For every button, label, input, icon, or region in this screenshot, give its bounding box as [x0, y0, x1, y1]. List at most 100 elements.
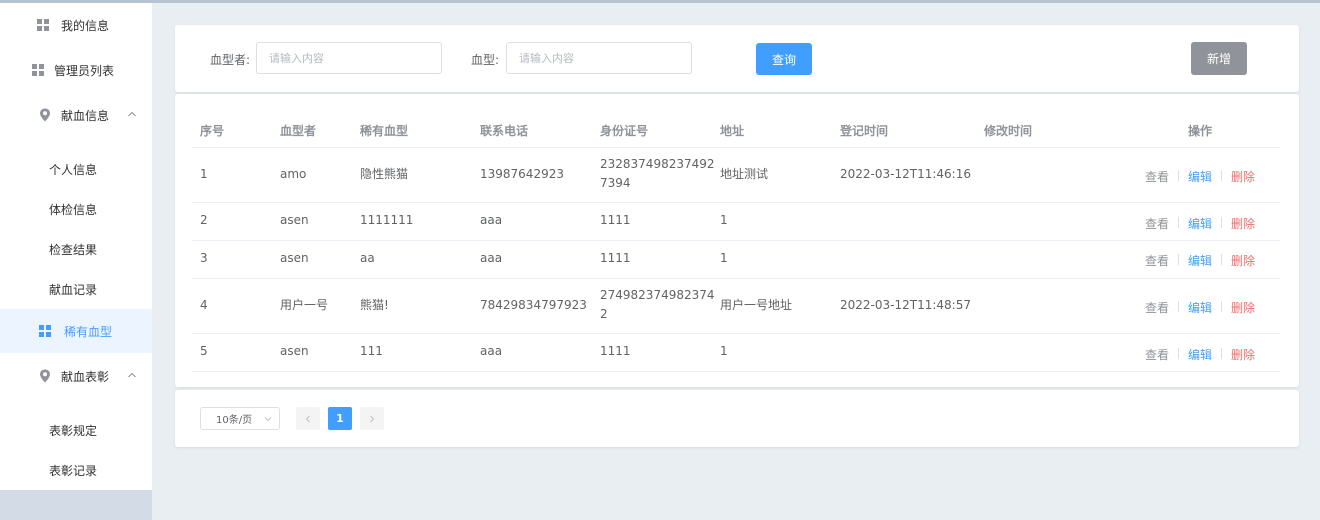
action-separator — [1178, 170, 1179, 181]
cell-bloodtype: 111 — [360, 344, 383, 358]
edit-button[interactable]: 编辑 — [1188, 346, 1212, 363]
cell-address: 1 — [720, 251, 728, 265]
grid-icon — [38, 324, 52, 338]
cell-bloodtype: 熊猫! — [360, 298, 389, 312]
cell-address: 1 — [720, 344, 728, 358]
delete-button[interactable]: 删除 — [1231, 346, 1255, 363]
cell-no: 4 — [200, 298, 208, 312]
column-header-address: 地址 — [720, 124, 745, 138]
action-separator — [1221, 217, 1222, 228]
cell-reg-time: 2022-03-12T11:46:16 — [840, 167, 971, 181]
row-divider — [192, 333, 1280, 334]
column-header-reg-time: 登记时间 — [840, 124, 889, 138]
sidebar-item-exam-results[interactable]: 检查结果 — [0, 229, 152, 269]
cell-phone: aaa — [480, 344, 503, 358]
chevron-right-icon — [370, 415, 375, 422]
edit-button[interactable]: 编辑 — [1188, 252, 1212, 269]
view-button[interactable]: 查看 — [1145, 252, 1169, 269]
sidebar-item-label: 体检信息 — [49, 202, 98, 217]
cell-id-number: 1111 — [600, 344, 631, 358]
action-separator — [1178, 348, 1179, 359]
data-table: 序号 血型者 稀有血型 联系电话 身份证号 地址 登记时间 修改时间 操作 1 … — [175, 94, 1299, 387]
cell-phone: aaa — [480, 213, 503, 227]
action-separator — [1178, 254, 1179, 265]
column-header-mod-time: 修改时间 — [984, 124, 1033, 138]
action-separator — [1221, 170, 1222, 181]
sidebar-item-award-records[interactable]: 表彰记录 — [0, 450, 152, 490]
chevron-left-icon — [305, 415, 310, 422]
page-number-current[interactable]: 1 — [328, 407, 352, 430]
sidebar-item-label: 献血记录 — [49, 282, 98, 297]
column-header-donor: 血型者 — [280, 124, 317, 138]
donor-search-input[interactable] — [256, 42, 442, 74]
donor-label: 血型者: — [210, 53, 251, 67]
view-button[interactable]: 查看 — [1145, 299, 1169, 316]
view-button[interactable]: 查看 — [1145, 168, 1169, 185]
next-page-button[interactable] — [360, 407, 384, 430]
view-button[interactable]: 查看 — [1145, 346, 1169, 363]
cell-id-number: 1111 — [600, 213, 631, 227]
bloodtype-label: 血型: — [471, 53, 500, 67]
cell-donor: 用户一号 — [280, 298, 329, 312]
cell-no: 5 — [200, 344, 208, 358]
sidebar-item-label: 个人信息 — [49, 162, 98, 177]
cell-donor: asen — [280, 251, 309, 265]
sidebar-item-donation-info[interactable]: 献血信息 — [0, 93, 152, 137]
cell-phone: 13987642923 — [480, 167, 564, 181]
sidebar-item-checkup-info[interactable]: 体检信息 — [0, 189, 152, 229]
row-divider — [192, 278, 1280, 279]
sidebar-footer — [0, 490, 152, 520]
cell-donor: asen — [280, 213, 309, 227]
action-separator — [1221, 348, 1222, 359]
edit-button[interactable]: 编辑 — [1188, 215, 1212, 232]
cell-donor: amo — [280, 167, 307, 181]
bloodtype-search-input[interactable] — [506, 42, 692, 74]
cell-donor: asen — [280, 344, 309, 358]
sidebar-item-label: 表彰记录 — [49, 463, 98, 478]
page-size-select[interactable]: 10条/页 — [200, 407, 280, 430]
action-separator — [1221, 254, 1222, 265]
sidebar-item-label: 我的信息 — [61, 18, 110, 33]
sidebar-item-award-rules[interactable]: 表彰规定 — [0, 410, 152, 450]
grid-icon — [31, 63, 45, 77]
delete-button[interactable]: 删除 — [1231, 299, 1255, 316]
location-icon — [38, 108, 52, 122]
edit-button[interactable]: 编辑 — [1188, 168, 1212, 185]
sidebar-item-personal-info[interactable]: 个人信息 — [0, 149, 152, 189]
header-divider — [192, 147, 1280, 148]
chevron-down-icon — [264, 417, 272, 422]
cell-id-number-cont: 2 — [600, 307, 608, 321]
sidebar-item-admin-list[interactable]: 管理员列表 — [0, 48, 152, 92]
cell-phone: 78429834797923 — [480, 298, 587, 312]
action-separator — [1221, 301, 1222, 312]
sidebar-item-rare-blood[interactable]: 稀有血型 — [0, 309, 152, 353]
action-separator — [1178, 301, 1179, 312]
cell-bloodtype: 1111111 — [360, 213, 414, 227]
row-divider — [192, 202, 1280, 203]
chevron-up-icon — [128, 111, 136, 117]
cell-phone: aaa — [480, 251, 503, 265]
cell-no: 1 — [200, 167, 208, 181]
column-header-no: 序号 — [200, 124, 225, 138]
sidebar: 我的信息 管理员列表 献血信息 个人信息 体检信息 检查结果 献血记录 稀有血型… — [0, 3, 152, 520]
sidebar-item-my-info[interactable]: 我的信息 — [0, 3, 152, 47]
add-button[interactable]: 新增 — [1191, 42, 1247, 75]
cell-id-number: 232837498237492 — [600, 157, 715, 171]
delete-button[interactable]: 删除 — [1231, 168, 1255, 185]
location-icon — [38, 369, 52, 383]
sidebar-item-label: 献血表彰 — [61, 369, 110, 384]
sidebar-item-label: 表彰规定 — [49, 423, 98, 438]
edit-button[interactable]: 编辑 — [1188, 299, 1212, 316]
delete-button[interactable]: 删除 — [1231, 215, 1255, 232]
prev-page-button[interactable] — [296, 407, 320, 430]
column-header-actions: 操作 — [1188, 124, 1213, 138]
top-border — [0, 0, 1320, 3]
sidebar-item-label: 献血信息 — [61, 108, 110, 123]
view-button[interactable]: 查看 — [1145, 215, 1169, 232]
sidebar-item-donation-awards[interactable]: 献血表彰 — [0, 354, 152, 398]
cell-address: 用户一号地址 — [720, 298, 793, 312]
delete-button[interactable]: 删除 — [1231, 252, 1255, 269]
cell-no: 2 — [200, 213, 208, 227]
sidebar-item-donation-records[interactable]: 献血记录 — [0, 269, 152, 309]
query-button[interactable]: 查询 — [756, 43, 812, 75]
